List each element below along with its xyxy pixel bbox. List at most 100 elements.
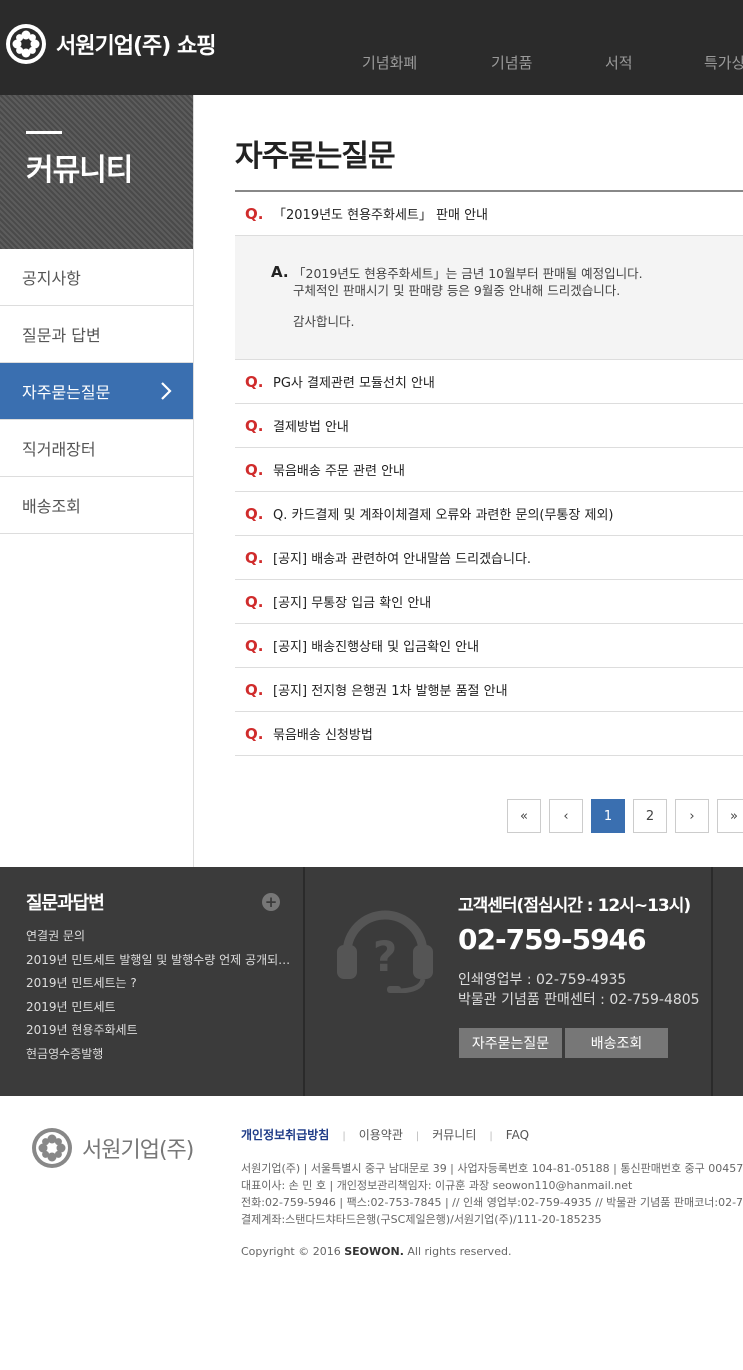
cs-print-dept: 인쇄영업부 : 02-759-4935	[458, 972, 627, 988]
nav-item-books[interactable]: 서적	[605, 52, 633, 73]
sidebar-item-label: 자주묻는질문	[22, 383, 111, 402]
privacy-policy-link[interactable]: 개인정보취급방침	[241, 1128, 329, 1142]
faq-question: [공지] 전지형 은행권 1차 발행분 품절 안내	[273, 684, 508, 699]
qa-list: 연결권 문의 2019년 민트세트 발행일 및 발행수량 언제 공개되… 201…	[26, 927, 290, 1068]
answer-line: 구체적인 판매시기 및 판매량 등은 9월중 안내해 드리겠습니다.	[293, 283, 621, 298]
emblem-icon	[32, 1128, 72, 1168]
sidebar-item-market[interactable]: 직거래장터	[0, 420, 193, 477]
separator: |	[415, 1131, 420, 1142]
question-mark: Q.	[245, 504, 264, 523]
question-mark: Q.	[245, 724, 264, 743]
plus-icon[interactable]: +	[262, 893, 280, 911]
faq-question: 묶음배송 주문 관련 안내	[273, 464, 405, 479]
last-page-button[interactable]: »	[717, 799, 743, 833]
footer-widgets: 질문과답변 + 연결권 문의 2019년 민트세트 발행일 및 발행수량 언제 …	[0, 867, 743, 1096]
faq-link[interactable]: FAQ	[506, 1128, 529, 1142]
copyright-brand: SEOWON.	[344, 1245, 404, 1258]
sidebar: 커뮤니티 공지사항 질문과 답변 자주묻는질문 직거래장터 배송조회	[0, 95, 194, 867]
copyright-prefix: Copyright © 2016	[241, 1245, 345, 1258]
answer-line: 「2019년도 현용주화세트」는 금년 10월부터 판매될 예정입니다.	[293, 266, 643, 281]
answer-text: 「2019년도 현용주화세트」는 금년 10월부터 판매될 예정입니다. 구체적…	[293, 265, 643, 299]
cs-museum-shop: 박물관 기념품 판매센터 : 02-759-4805	[458, 992, 700, 1008]
faq-item[interactable]: Q. [공지] 전지형 은행권 1차 발행분 품절 안내	[235, 668, 743, 712]
sidebar-item-notices[interactable]: 공지사항	[0, 249, 193, 306]
sidebar-item-label: 질문과 답변	[22, 326, 101, 345]
pagination: « ‹ 1 2 › »	[507, 799, 743, 833]
separator: |	[489, 1131, 493, 1142]
sidebar-item-faq[interactable]: 자주묻는질문	[0, 363, 193, 420]
cs-title: 고객센터(점심시간 : 12시~13시)	[458, 896, 691, 916]
question-mark: Q.	[245, 460, 264, 479]
question-mark: Q.	[245, 204, 264, 223]
terms-link[interactable]: 이용약관	[359, 1128, 403, 1142]
footer-links: 개인정보취급방침 | 이용약관 | 커뮤니티 | FAQ	[241, 1126, 529, 1143]
delivery-button[interactable]: 배송조회	[565, 1028, 668, 1058]
faq-question: 결제방법 안내	[273, 420, 349, 435]
prev-page-button[interactable]: ‹	[549, 799, 583, 833]
page-button-2[interactable]: 2	[633, 799, 667, 833]
question-mark: Q.	[245, 548, 264, 567]
faq-item[interactable]: Q. 묶음배송 주문 관련 안내	[235, 448, 743, 492]
chevron-right-icon	[161, 382, 172, 400]
faq-item[interactable]: Q. [공지] 배송과 관련하여 안내말씀 드리겠습니다.	[235, 536, 743, 580]
company-info-line: 결제계좌:스탠다드챠타드은행(구SC제일은행)/서원기업(주)/111-20-1…	[241, 1213, 602, 1226]
question-mark: Q.	[245, 680, 264, 699]
company-info-line: 서원기업(주) | 서울특별시 중구 남대문로 39 | 사업자등록번호 104…	[241, 1162, 743, 1175]
qa-list-item[interactable]: 2019년 민트세트는 ?	[26, 974, 290, 998]
faq-answer: A. 「2019년도 현용주화세트」는 금년 10월부터 판매될 예정입니다. …	[235, 236, 743, 360]
footer-brand-name: 서원기업(주)	[82, 1138, 194, 1163]
qa-list-item[interactable]: 2019년 민트세트	[26, 998, 290, 1022]
faq-question: PG사 결제관련 모듈선치 안내	[273, 376, 435, 391]
faq-question: Q. 카드결제 및 계좌이체결제 오류와 과련한 문의(무통장 제외)	[273, 508, 614, 523]
headset-icon: ?	[337, 910, 433, 993]
svg-text:?: ?	[373, 932, 397, 981]
sidebar-item-label: 공지사항	[22, 269, 81, 288]
qa-list-item[interactable]: 현금영수증발행	[26, 1045, 290, 1069]
faq-item-open[interactable]: Q. 「2019년도 현용주화세트」 판매 안내	[235, 192, 743, 236]
faq-item[interactable]: Q. [공지] 무통장 입금 확인 안내	[235, 580, 743, 624]
faq-question: [공지] 배송진행상태 및 입금확인 안내	[273, 640, 480, 655]
sidebar-header-bar	[26, 131, 62, 134]
qa-list-item[interactable]: 2019년 현용주화세트	[26, 1021, 290, 1045]
cs-phone: 02-759-5946	[458, 923, 647, 956]
sidebar-item-label: 직거래장터	[22, 440, 96, 459]
next-page-button[interactable]: ›	[675, 799, 709, 833]
qa-list-item[interactable]: 2019년 민트세트 발행일 및 발행수량 언제 공개되…	[26, 951, 290, 975]
sidebar-title: 커뮤니티	[26, 153, 133, 188]
nav-item-souvenirs[interactable]: 기념품	[491, 52, 532, 73]
qa-widget-title: 질문과답변	[26, 893, 105, 914]
sidebar-item-qna[interactable]: 질문과 답변	[0, 306, 193, 363]
company-info-line: 전화:02-759-5946 | 팩스:02-753-7845 | // 인쇄 …	[241, 1196, 743, 1209]
faq-item[interactable]: Q. [공지] 배송진행상태 및 입금확인 안내	[235, 624, 743, 668]
first-page-button[interactable]: «	[507, 799, 541, 833]
site-footer: 서원기업(주) 개인정보취급방침 | 이용약관 | 커뮤니티 | FAQ 서원기업(주) |…	[0, 1096, 743, 1370]
footer-logo[interactable]: 서원기업(주)	[30, 1126, 194, 1170]
nav-item-coins[interactable]: 기념화폐	[362, 52, 417, 73]
question-mark: Q.	[245, 636, 264, 655]
copyright: Copyright © 2016 SEOWON. All rights rese…	[241, 1245, 511, 1258]
bank-widget	[715, 867, 743, 1096]
copyright-suffix: All rights reserved.	[403, 1245, 512, 1258]
qa-widget: 질문과답변 + 연결권 문의 2019년 민트세트 발행일 및 발행수량 언제 …	[0, 867, 305, 1096]
question-mark: Q.	[245, 416, 264, 435]
answer-mark: A.	[271, 263, 289, 281]
company-info-line: 대표이사: 손 민 호 | 개인정보관리책임자: 이규훈 과장 seowon11…	[241, 1179, 633, 1192]
faq-question: 묶음배송 신청방법	[273, 728, 373, 743]
faq-item[interactable]: Q. 결제방법 안내	[235, 404, 743, 448]
customer-center: ? 고객센터(점심시간 : 12시~13시) 02-759-5946 인쇄영업부…	[307, 867, 713, 1096]
top-header: 서원기업(주) 쇼핑 기념화폐 기념품 서적 특가상	[0, 0, 743, 95]
faq-list: Q. 「2019년도 현용주화세트」 판매 안내 A. 「2019년도 현용주화…	[235, 190, 743, 756]
faq-item[interactable]: Q. Q. 카드결제 및 계좌이체결제 오류와 과련한 문의(무통장 제외)	[235, 492, 743, 536]
page-button-1[interactable]: 1	[591, 799, 625, 833]
faq-item[interactable]: Q. 묶음배송 신청방법	[235, 712, 743, 756]
faq-question: [공지] 무통장 입금 확인 안내	[273, 596, 432, 611]
question-mark: Q.	[245, 372, 264, 391]
sidebar-item-delivery[interactable]: 배송조회	[0, 477, 193, 534]
nav-item-specials[interactable]: 특가상	[704, 52, 743, 73]
community-link[interactable]: 커뮤니티	[432, 1128, 476, 1142]
company-info: 서원기업(주) | 서울특별시 중구 남대문로 39 | 사업자등록번호 104…	[241, 1160, 743, 1228]
faq-item[interactable]: Q. PG사 결제관련 모듈선치 안내	[235, 360, 743, 404]
question-mark: Q.	[245, 592, 264, 611]
qa-list-item[interactable]: 연결권 문의	[26, 927, 290, 951]
faq-button[interactable]: 자주묻는질문	[459, 1028, 562, 1058]
